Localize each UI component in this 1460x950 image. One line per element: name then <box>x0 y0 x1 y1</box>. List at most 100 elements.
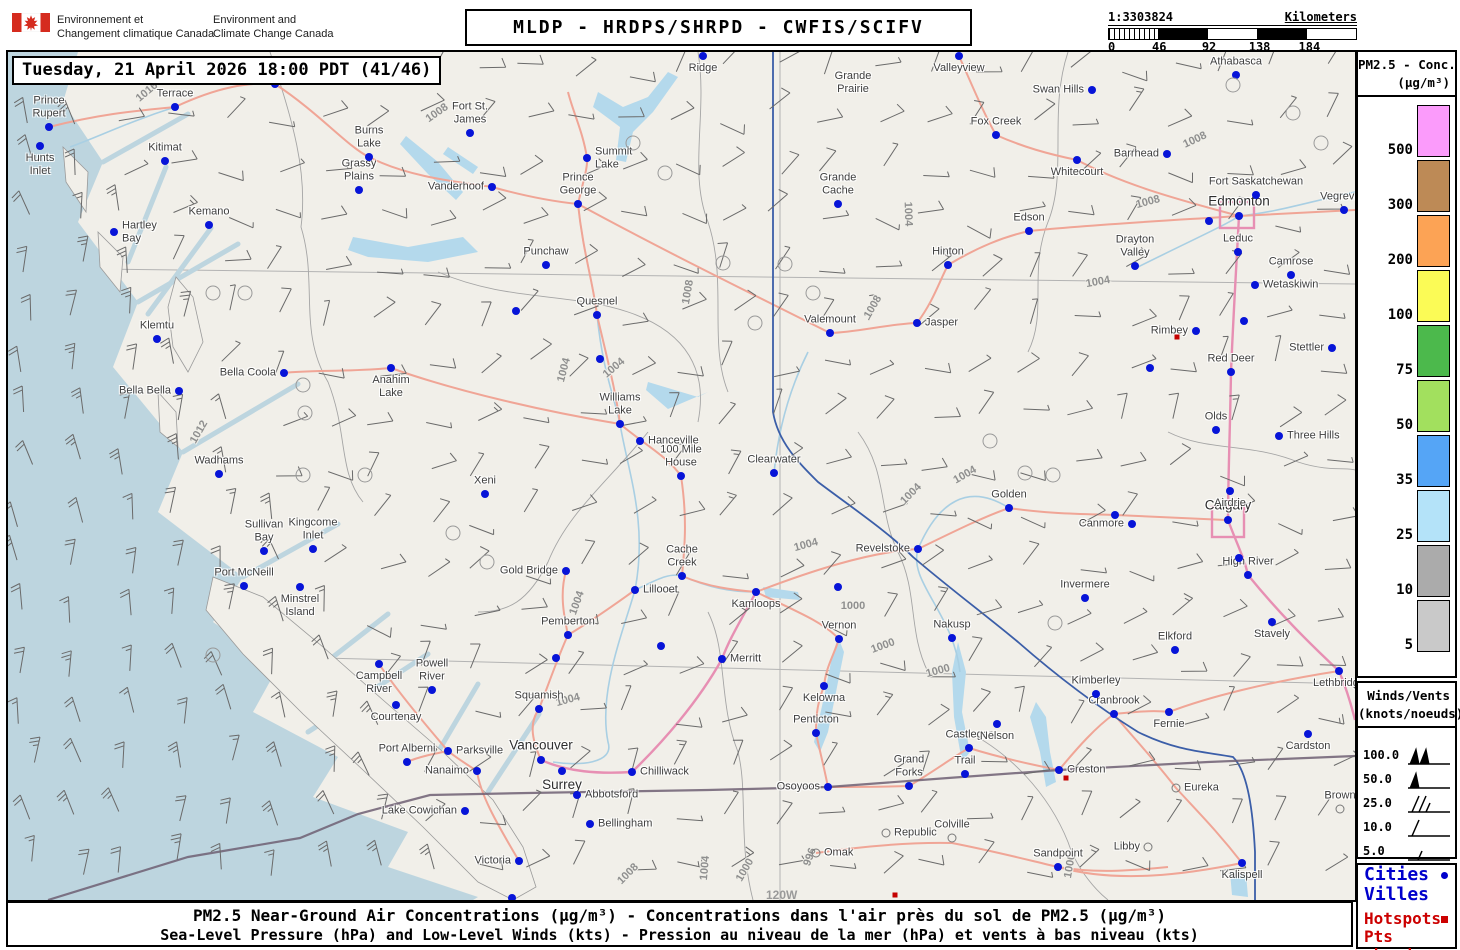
city-marker <box>631 586 639 594</box>
isobar-label: 1004 <box>898 481 924 507</box>
city-label: Grand Forks <box>893 753 925 779</box>
city-marker <box>1005 504 1013 512</box>
city-label: Grassy Plains <box>341 157 377 183</box>
isobar-label: 1004 <box>792 536 820 554</box>
city-label: Klemtu <box>139 319 175 332</box>
pm25-threshold-label: 300 <box>1387 197 1413 214</box>
city-label: Kamloops <box>731 598 781 610</box>
city-label: Lake Cowichan <box>381 804 457 817</box>
isobar-label: 1004 <box>697 855 713 881</box>
calm-wind-circle <box>205 647 221 663</box>
city-label: Pemberton <box>541 615 595 628</box>
city-marker <box>636 437 644 445</box>
isobar-label: 1004 <box>554 691 582 709</box>
city-label: Three Hills <box>1287 429 1340 442</box>
pm25-color-swatch <box>1417 270 1450 323</box>
city-marker <box>215 470 223 478</box>
city-marker <box>1192 327 1200 335</box>
city-marker <box>678 572 686 580</box>
city-label: Wetaskiwin <box>1263 278 1319 291</box>
city-marker <box>1240 317 1248 325</box>
city-marker <box>260 547 268 555</box>
city-marker <box>718 655 726 663</box>
city-marker <box>403 758 411 766</box>
city-marker <box>387 364 395 372</box>
city-marker <box>1235 212 1243 220</box>
city-marker <box>375 660 383 668</box>
calm-wind-circle <box>982 433 998 449</box>
city-marker <box>1131 262 1139 270</box>
pm25-legend-row: 75 <box>1358 324 1455 379</box>
city-marker <box>914 545 922 553</box>
city-marker <box>826 329 834 337</box>
city-marker <box>542 261 550 269</box>
city-marker <box>752 588 760 596</box>
city-label: Grande Prairie <box>834 70 872 95</box>
city-label: Nelson <box>979 730 1015 742</box>
city-label: Elkford <box>1157 630 1193 643</box>
pm25-legend-row: 500 <box>1358 104 1455 159</box>
city-marker <box>552 654 560 662</box>
city-marker <box>45 123 53 131</box>
city-marker <box>596 355 604 363</box>
calm-wind-circle <box>1045 467 1061 483</box>
city-label: Clearwater <box>747 453 801 466</box>
city-dot-icon <box>1441 872 1448 879</box>
city-label: Valemount <box>804 313 856 326</box>
city-marker <box>1268 618 1276 626</box>
city-marker <box>175 387 183 395</box>
city-marker <box>593 311 601 319</box>
isobar-label: 1012 <box>187 418 211 446</box>
city-marker <box>1304 730 1312 738</box>
city-label: Colville <box>934 818 970 831</box>
city-marker <box>1165 708 1173 716</box>
city-label: Edson <box>1013 211 1045 224</box>
calm-wind-circle <box>657 165 673 181</box>
city-label: Wadhams <box>194 454 244 467</box>
city-label: Calgary <box>1204 497 1252 513</box>
isobar-label: 1000 <box>733 856 757 884</box>
city-marker <box>993 720 1001 728</box>
calm-wind-circle <box>1047 615 1063 631</box>
wind-speed-label: 10.0 <box>1363 820 1392 835</box>
pm25-legend: PM2.5 - Conc. (µg/m³) 500 300 200 100 75 50 35… <box>1356 50 1457 678</box>
city-marker <box>699 52 707 60</box>
town-marker <box>947 833 957 843</box>
city-marker <box>835 635 843 643</box>
town-marker <box>811 848 821 858</box>
calm-wind-circle <box>479 554 495 570</box>
city-marker <box>820 682 828 690</box>
city-label: Vancouver <box>509 737 573 753</box>
pm25-color-swatch <box>1417 105 1450 158</box>
city-marker <box>948 634 956 642</box>
city-label: Lethbridge <box>1313 677 1355 689</box>
canada-flag-icon <box>12 13 50 32</box>
pm25-legend-row: 50 <box>1358 379 1455 434</box>
city-label: Sullivan Bay <box>244 518 284 544</box>
pm25-legend-row: 5 <box>1358 599 1455 654</box>
pm25-legend-row: 300 <box>1358 159 1455 214</box>
isobar-label: 1004 <box>555 356 573 384</box>
pm25-legend-row: 35 <box>1358 434 1455 489</box>
pm25-threshold-label: 50 <box>1396 417 1413 434</box>
city-marker <box>355 186 363 194</box>
isobar-label: 1004 <box>901 201 915 227</box>
city-label: Kelowna <box>802 692 846 704</box>
city-marker <box>1163 150 1171 158</box>
city-marker <box>583 154 591 162</box>
pm25-threshold-label: 200 <box>1387 252 1413 269</box>
wind-legend-row: 10.0 <box>1358 817 1455 841</box>
city-label: Prince George <box>559 171 597 197</box>
city-marker <box>955 52 963 60</box>
city-label: Canmore <box>1078 517 1124 530</box>
city-marker <box>1252 191 1260 199</box>
city-marker <box>573 791 581 799</box>
calm-wind-circle <box>205 285 221 301</box>
city-label: Cardston <box>1285 740 1331 752</box>
pm25-legend-title: PM2.5 - Conc. (µg/m³) <box>1358 57 1456 91</box>
hotspot-marker <box>1174 334 1180 340</box>
isobar-label: 1008 <box>1134 193 1162 211</box>
city-label: Kingcome Inlet <box>288 516 338 542</box>
city-label: Camrose <box>1268 255 1314 268</box>
pm25-legend-row: 100 <box>1358 269 1455 324</box>
